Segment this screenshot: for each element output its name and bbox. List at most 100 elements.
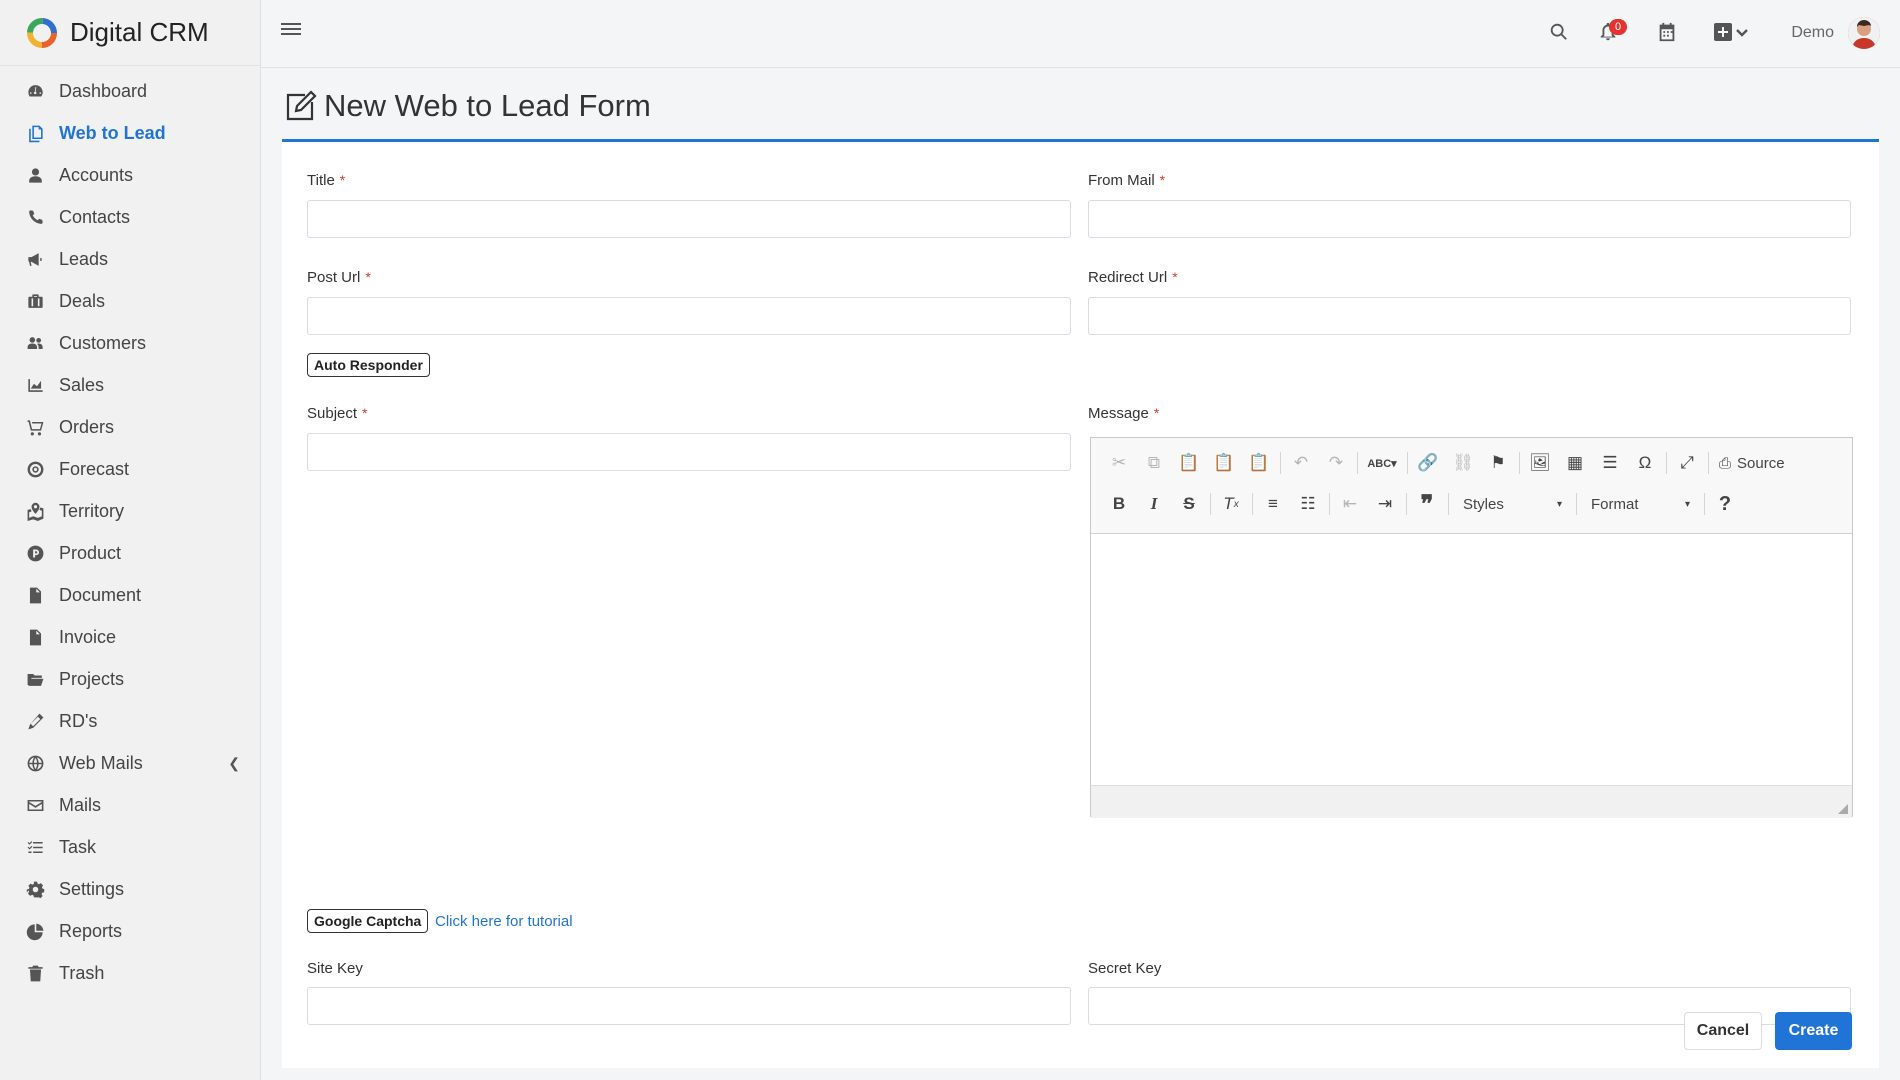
sidebar-item-label: Contacts — [59, 206, 131, 227]
sidebar-item-label: Web Mails — [59, 752, 143, 773]
sidebar-item-settings[interactable]: Settings — [0, 868, 260, 910]
redirect-url-field[interactable] — [1088, 297, 1851, 335]
document-icon — [25, 585, 45, 605]
brand[interactable]: Digital CRM — [0, 0, 260, 66]
sidebar-item-product[interactable]: Product — [0, 532, 260, 574]
site-key-field[interactable] — [307, 987, 1071, 1025]
chevron-left-icon[interactable]: ❮ — [228, 755, 240, 772]
source-icon: ⎙ — [1719, 454, 1732, 472]
format-dropdown[interactable]: Format ▾ — [1583, 491, 1698, 517]
sidebar-item-label: Territory — [59, 500, 125, 521]
numbered-list-icon[interactable]: ≡ — [1259, 490, 1287, 518]
from-mail-field[interactable] — [1088, 200, 1851, 238]
create-button[interactable]: Create — [1775, 1012, 1852, 1050]
pie-chart-icon — [25, 921, 45, 941]
chevron-down-icon: ▾ — [1684, 498, 1690, 510]
calendar-icon[interactable] — [1656, 21, 1678, 43]
paste-icon[interactable]: 📋 — [1175, 449, 1203, 477]
styles-label: Styles — [1463, 495, 1504, 513]
envelope-icon — [25, 795, 45, 815]
sidebar-item-leads[interactable]: Leads — [0, 238, 260, 280]
title-field[interactable] — [307, 200, 1071, 238]
sidebar-item-reports[interactable]: Reports — [0, 910, 260, 952]
sidebar-item-dashboard[interactable]: Dashboard — [0, 70, 260, 112]
bulleted-list-icon[interactable]: ☷ — [1294, 490, 1322, 518]
bell-icon[interactable]: 0 — [1597, 19, 1627, 43]
sidebar-item-document[interactable]: Document — [0, 574, 260, 616]
sidebar-item-sales[interactable]: Sales — [0, 364, 260, 406]
spellcheck-icon[interactable]: ABC▾ — [1364, 449, 1400, 477]
sidebar-item-trash[interactable]: Trash — [0, 952, 260, 994]
users-icon — [25, 333, 45, 353]
resize-handle-icon[interactable] — [1838, 804, 1848, 814]
folder-open-icon — [25, 669, 45, 689]
copy-icon[interactable]: ⧉ — [1140, 449, 1168, 477]
help-icon[interactable]: ? — [1711, 490, 1739, 518]
cut-icon[interactable]: ✂ — [1105, 449, 1133, 477]
sidebar-item-forecast[interactable]: Forecast — [0, 448, 260, 490]
strikethrough-icon[interactable]: S — [1175, 490, 1203, 518]
search-icon[interactable] — [1548, 21, 1570, 43]
sidebar-item-projects[interactable]: Projects — [0, 658, 260, 700]
sidebar-item-web-mails[interactable]: Web Mails ❮ — [0, 742, 260, 784]
sidebar-nav: Dashboard Web to Lead Accounts Contacts Lead… — [0, 70, 260, 994]
maximize-icon[interactable]: ⤢ — [1673, 449, 1701, 477]
sidebar-item-label: Web to Lead — [59, 122, 166, 143]
sidebar-item-accounts[interactable]: Accounts — [0, 154, 260, 196]
italic-icon[interactable]: I — [1140, 490, 1168, 518]
sidebar-item-label: Settings — [59, 878, 125, 899]
logo-icon — [27, 17, 57, 48]
sidebar-item-deals[interactable]: Deals — [0, 280, 260, 322]
user-icon — [25, 165, 45, 185]
undo-icon[interactable]: ↶ — [1287, 449, 1315, 477]
image-icon[interactable]: 🖼 — [1526, 449, 1554, 477]
subject-field[interactable] — [307, 433, 1071, 471]
sidebar-item-customers[interactable]: Customers — [0, 322, 260, 364]
topbar: 0 Demo — [261, 0, 1900, 68]
blockquote-icon[interactable]: ❞ — [1413, 490, 1441, 518]
app-name: Digital CRM — [70, 17, 209, 47]
unlink-icon[interactable]: ⛓ — [1449, 449, 1477, 477]
sidebar-item-task[interactable]: Task — [0, 826, 260, 868]
sidebar-item-label: Reports — [59, 920, 123, 941]
redo-icon[interactable]: ↷ — [1322, 449, 1350, 477]
paste-word-icon[interactable]: 📋 — [1245, 449, 1273, 477]
link-icon[interactable]: 🔗 — [1414, 449, 1442, 477]
menu-toggle-icon[interactable] — [281, 20, 301, 38]
paste-text-icon[interactable]: 📋 — [1210, 449, 1238, 477]
post-url-field[interactable] — [307, 297, 1071, 335]
product-p-icon — [25, 543, 45, 563]
indent-icon[interactable]: ⇥ — [1371, 490, 1399, 518]
table-icon[interactable]: ▦ — [1561, 449, 1589, 477]
remove-format-icon[interactable]: Tx — [1217, 490, 1245, 518]
sidebar-item-web-to-lead[interactable]: Web to Lead — [0, 112, 260, 154]
source-button[interactable]: ⎙ Source — [1719, 455, 1785, 472]
avatar[interactable] — [1848, 17, 1880, 49]
sidebar-item-label: Deals — [59, 290, 106, 311]
styles-dropdown[interactable]: Styles ▾ — [1455, 491, 1570, 517]
post-url-label: Post Url * — [307, 269, 371, 286]
sidebar-item-orders[interactable]: Orders — [0, 406, 260, 448]
quick-add-icon[interactable] — [1713, 21, 1753, 43]
special-char-icon[interactable]: Ω — [1631, 449, 1659, 477]
tutorial-link[interactable]: Click here for tutorial — [435, 913, 573, 930]
outdent-icon[interactable]: ⇤ — [1336, 490, 1364, 518]
horizontal-rule-icon[interactable]: ☰ — [1596, 449, 1624, 477]
dashboard-icon — [25, 81, 45, 101]
edit-icon — [286, 90, 317, 121]
cancel-button[interactable]: Cancel — [1684, 1012, 1762, 1050]
sidebar-item-territory[interactable]: Territory — [0, 490, 260, 532]
auto-responder-tag: Auto Responder — [307, 353, 430, 377]
bullhorn-icon — [25, 249, 45, 269]
message-editor: ✂ ⧉ 📋 📋 📋 ↶ ↷ ABC▾ 🔗 ⛓ ⚑ 🖼 ▦ ☰ Ω ⤢ ⎙ Sou… — [1090, 437, 1853, 818]
user-name[interactable]: Demo — [1791, 24, 1834, 42]
from-mail-label: From Mail * — [1088, 172, 1166, 189]
anchor-flag-icon[interactable]: ⚑ — [1484, 449, 1512, 477]
sidebar-item-rd-s[interactable]: RD's — [0, 700, 260, 742]
sidebar-item-mails[interactable]: Mails — [0, 784, 260, 826]
sidebar-item-invoice[interactable]: Invoice — [0, 616, 260, 658]
sidebar-item-contacts[interactable]: Contacts — [0, 196, 260, 238]
bold-icon[interactable]: B — [1105, 490, 1133, 518]
editor-body[interactable] — [1091, 534, 1852, 785]
file-copy-icon — [25, 123, 45, 143]
